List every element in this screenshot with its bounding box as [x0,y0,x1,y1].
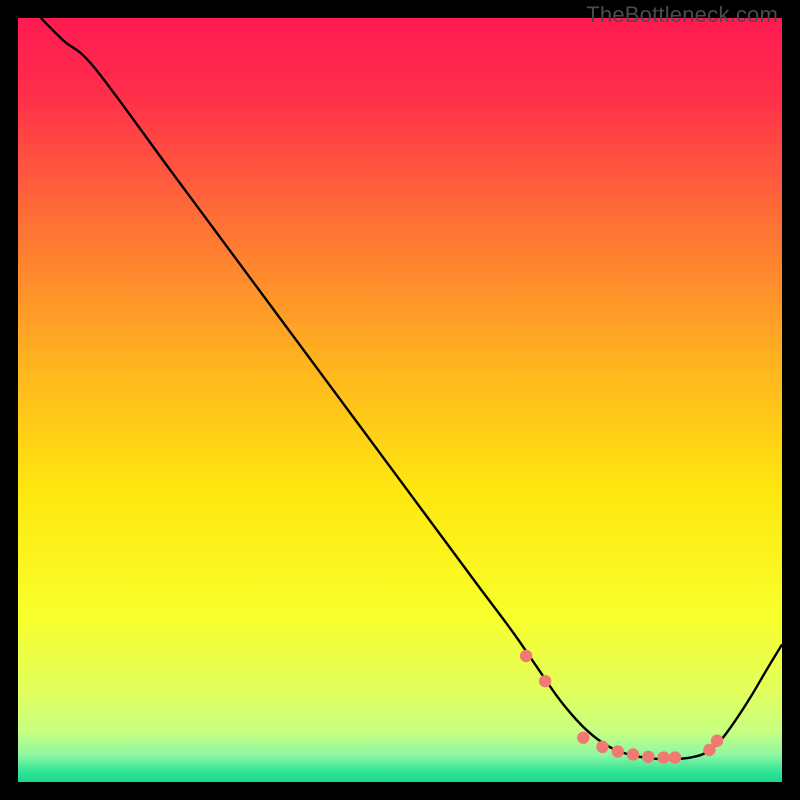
marker-dot [612,745,624,757]
marker-dot [539,675,551,687]
chart-frame [18,18,782,782]
marker-dot [657,751,669,763]
marker-dot [642,751,654,763]
marker-dot [577,731,589,743]
marker-dot [520,650,532,662]
marker-dot [627,748,639,760]
marker-dot [596,741,608,753]
marker-dot [711,735,723,747]
bottleneck-chart [18,18,782,782]
gradient-background [18,18,782,782]
watermark-text: TheBottleneck.com [586,2,778,28]
marker-dot [669,751,681,763]
